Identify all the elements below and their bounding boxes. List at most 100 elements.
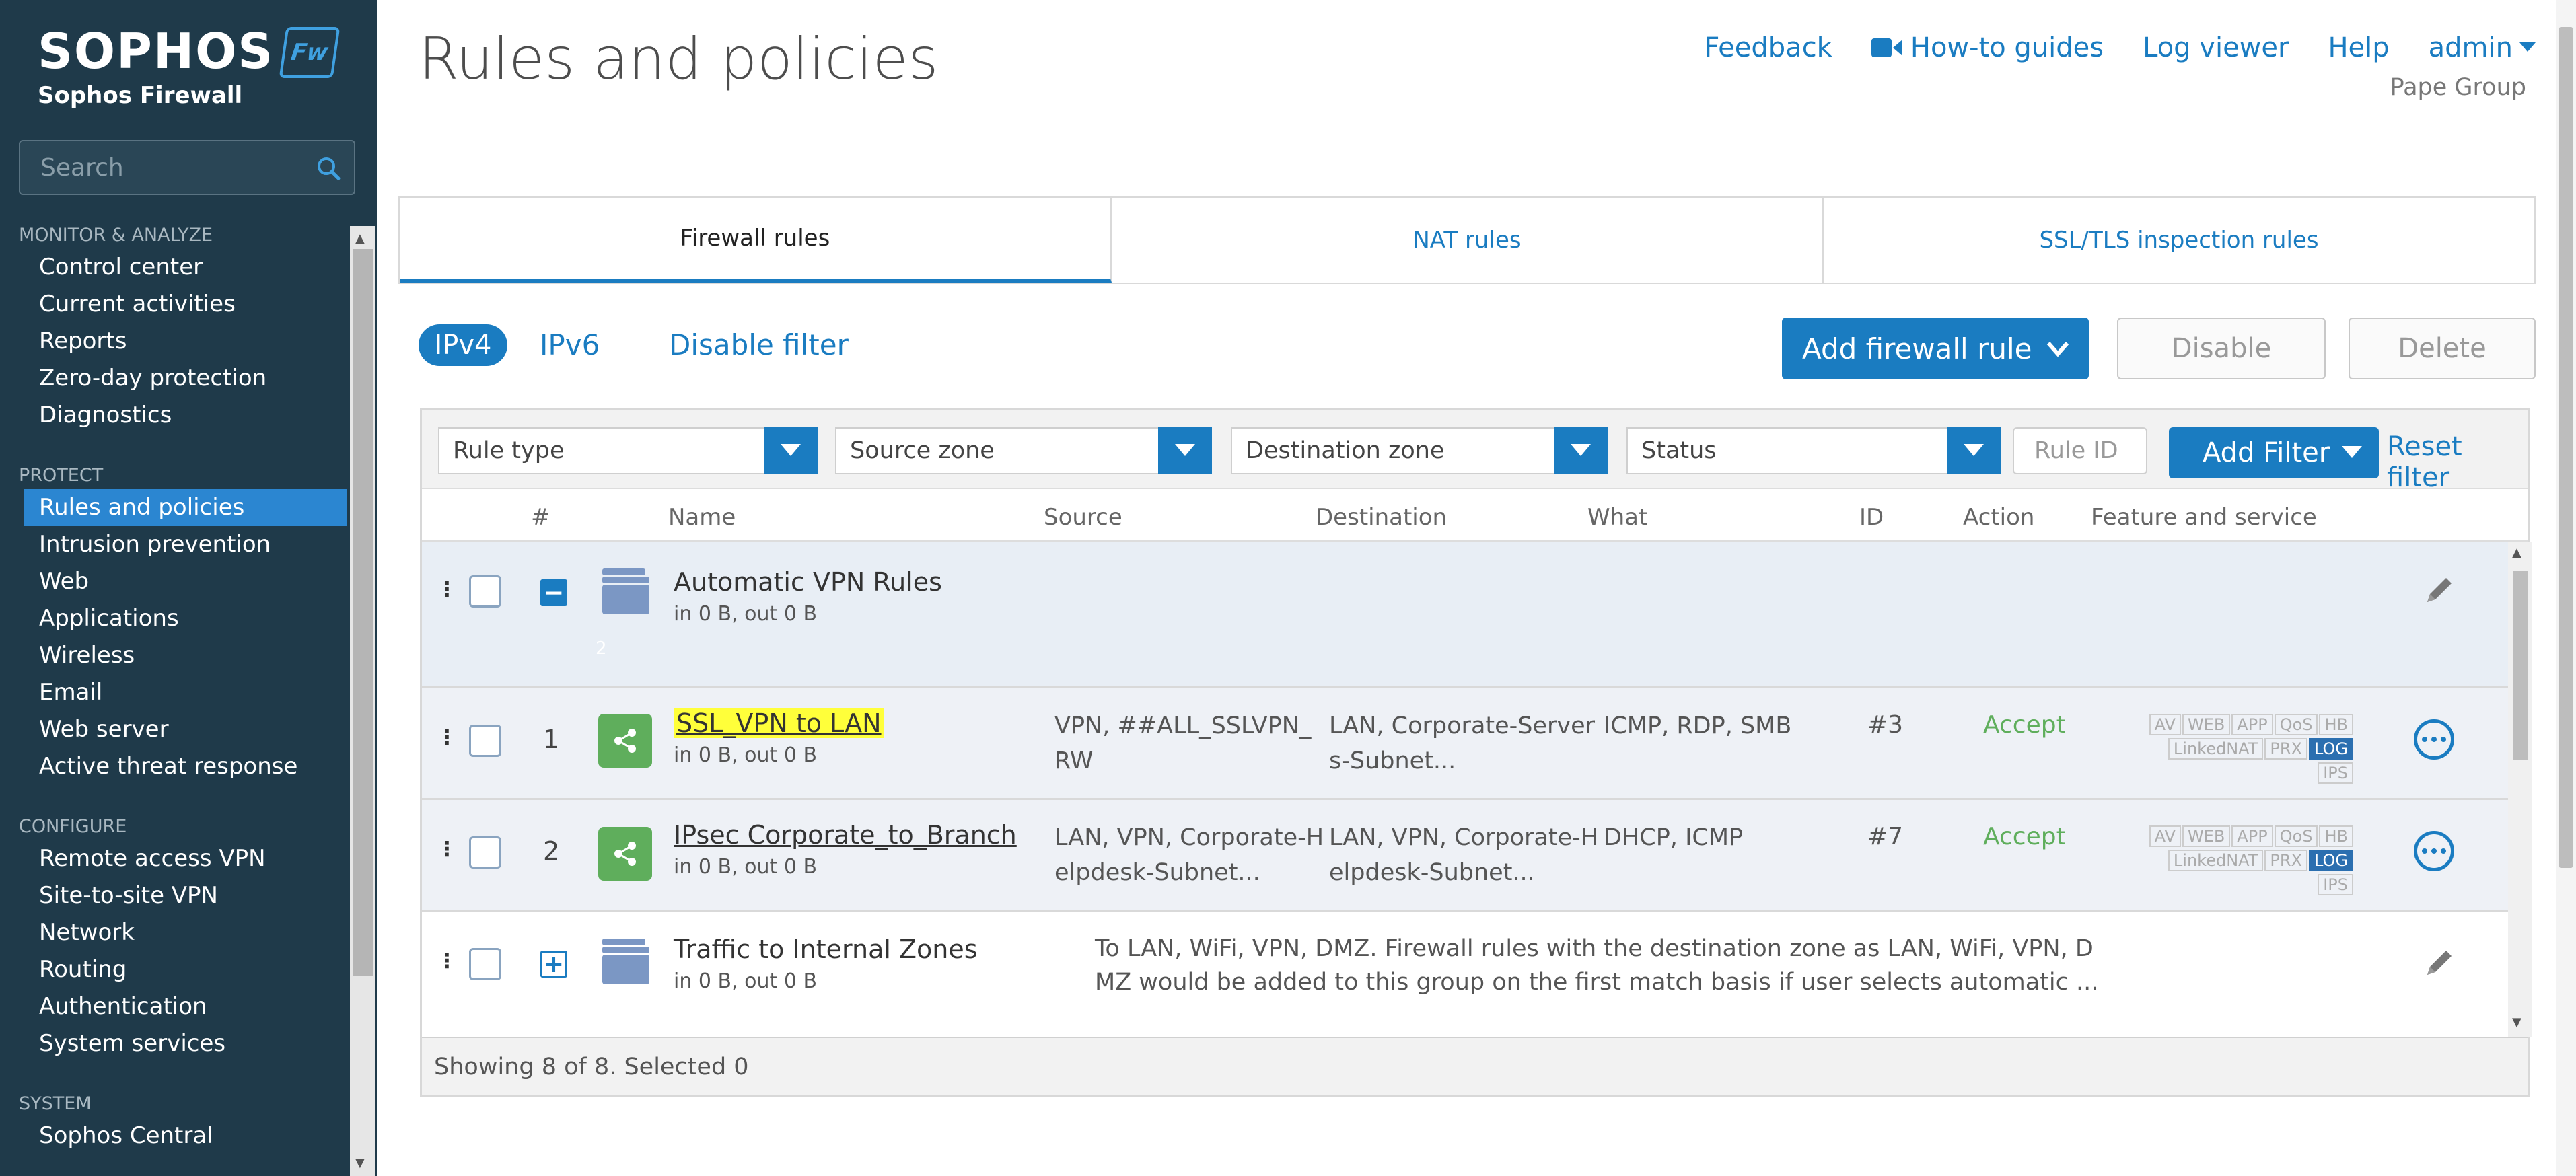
- more-options-icon[interactable]: [2414, 831, 2454, 871]
- source-line: RW: [1054, 747, 1094, 774]
- rule-name[interactable]: Automatic VPN Rules: [674, 567, 942, 597]
- group-description: To LAN, WiFi, VPN, DMZ. Firewall rules w…: [1095, 932, 2104, 999]
- drag-handle-icon[interactable]: ⋮: [437, 578, 457, 601]
- help-link[interactable]: Help: [2328, 32, 2389, 63]
- col-feature-service[interactable]: Feature and service: [2091, 504, 2317, 531]
- search-icon[interactable]: [315, 155, 342, 182]
- destination-zone-filter[interactable]: Destination zone: [1231, 427, 1608, 474]
- scroll-up-icon[interactable]: ▲: [355, 231, 365, 246]
- search-input[interactable]: [40, 153, 310, 182]
- sidebar-item-current-activities[interactable]: Current activities: [0, 286, 350, 323]
- user-menu[interactable]: admin: [2429, 32, 2536, 63]
- chevron-down-icon[interactable]: [1947, 427, 2001, 474]
- ipv6-toggle[interactable]: IPv6: [540, 328, 600, 361]
- sidebar-item-site-to-site-vpn[interactable]: Site-to-site VPN: [0, 877, 350, 914]
- feature-tag: PRX: [2264, 850, 2307, 871]
- sidebar-item-remote-access-vpn[interactable]: Remote access VPN: [0, 840, 350, 877]
- nav-section-title: SYSTEM: [19, 1093, 92, 1114]
- sidebar-item-diagnostics[interactable]: Diagnostics: [0, 397, 350, 434]
- table-scroll-thumb[interactable]: [2513, 571, 2528, 760]
- sidebar-item-reports[interactable]: Reports: [0, 323, 350, 360]
- sidebar-item-web[interactable]: Web: [0, 563, 350, 600]
- col-action[interactable]: Action: [1963, 504, 2034, 531]
- nav-section-title: CONFIGURE: [19, 816, 127, 837]
- col-name[interactable]: Name: [668, 504, 736, 531]
- scroll-up-icon[interactable]: ▲: [2512, 546, 2521, 560]
- more-options-icon[interactable]: [2414, 719, 2454, 760]
- table-row-group[interactable]: ⋮ − Automatic VPN Rules in 0 B, out 0 B …: [422, 542, 2508, 688]
- sidebar-item-routing[interactable]: Routing: [0, 951, 350, 988]
- edit-icon[interactable]: [2422, 945, 2457, 980]
- tab-ssl-tls-inspection-rules[interactable]: SSL/TLS inspection rules: [1824, 198, 2534, 283]
- table-row[interactable]: ⋮ 1 SSL_VPN to LAN in 0 B, out 0 B VPN, …: [422, 688, 2508, 800]
- col-destination[interactable]: Destination: [1316, 504, 1447, 531]
- col-what[interactable]: What: [1587, 504, 1647, 531]
- drag-handle-icon[interactable]: ⋮: [437, 838, 457, 861]
- delete-button[interactable]: Delete: [2349, 318, 2536, 379]
- rule-name-link[interactable]: IPsec Corporate_to_Branch: [674, 820, 1017, 850]
- rule-what: DHCP, ICMP: [1604, 824, 1744, 851]
- rule-id-input[interactable]: Rule ID: [2013, 427, 2147, 474]
- sidebar-item-zero-day[interactable]: Zero-day protection: [0, 360, 350, 397]
- page-scroll-thumb[interactable]: [2559, 27, 2573, 868]
- rule-type-filter[interactable]: Rule type: [438, 427, 818, 474]
- disable-button[interactable]: Disable: [2117, 318, 2326, 379]
- reset-filter-link[interactable]: Reset filter: [2387, 431, 2528, 493]
- sidebar-item-intrusion-prevention[interactable]: Intrusion prevention: [0, 526, 350, 563]
- col-source[interactable]: Source: [1044, 504, 1122, 531]
- sidebar-scroll-thumb[interactable]: [353, 249, 373, 976]
- scroll-down-icon[interactable]: ▼: [355, 1156, 365, 1170]
- sidebar-item-sophos-central[interactable]: Sophos Central: [0, 1117, 350, 1154]
- add-filter-button[interactable]: Add Filter: [2169, 427, 2379, 478]
- sidebar-item-applications[interactable]: Applications: [0, 600, 350, 637]
- feature-tag: QoS: [2274, 825, 2318, 847]
- howto-link[interactable]: How-to guides: [1871, 32, 2104, 63]
- expand-icon[interactable]: +: [540, 951, 567, 978]
- ipv4-toggle[interactable]: IPv4: [419, 324, 507, 366]
- sidebar-item-network[interactable]: Network: [0, 914, 350, 951]
- disable-filter-link[interactable]: Disable filter: [669, 328, 849, 361]
- table-row[interactable]: ⋮ 2 IPsec Corporate_to_Branch in 0 B, ou…: [422, 800, 2508, 912]
- sophos-logo[interactable]: SOPHOS Sophos Firewall: [38, 24, 274, 109]
- folder-icon: [602, 568, 649, 614]
- tab-nat-rules[interactable]: NAT rules: [1112, 198, 1824, 283]
- col-id[interactable]: ID: [1859, 504, 1884, 531]
- row-checkbox[interactable]: [469, 575, 501, 608]
- chevron-down-icon[interactable]: [1554, 427, 1608, 474]
- sidebar-item-web-server[interactable]: Web server: [0, 711, 350, 748]
- search-box[interactable]: [19, 140, 355, 195]
- sidebar-item-authentication[interactable]: Authentication: [0, 988, 350, 1025]
- log-viewer-link[interactable]: Log viewer: [2143, 32, 2289, 63]
- feature-tag: QoS: [2274, 714, 2318, 735]
- collapse-icon[interactable]: −: [540, 579, 567, 607]
- sidebar-item-active-threat-response[interactable]: Active threat response: [0, 748, 350, 785]
- sidebar-item-wireless[interactable]: Wireless: [0, 637, 350, 674]
- col-number[interactable]: #: [531, 504, 550, 531]
- row-checkbox[interactable]: [469, 725, 501, 757]
- source-zone-label: Source zone: [850, 437, 995, 464]
- row-checkbox[interactable]: [469, 948, 501, 980]
- chevron-down-icon[interactable]: [764, 427, 818, 474]
- rule-number: 2: [543, 836, 560, 866]
- sidebar-item-system-services[interactable]: System services: [0, 1025, 350, 1062]
- feature-tags: AV WEB APP QoS HB LinkedNAT PRX LOG IPS: [2131, 825, 2353, 898]
- feedback-link[interactable]: Feedback: [1704, 32, 1832, 63]
- rule-id: #3: [1867, 711, 1904, 739]
- drag-handle-icon[interactable]: ⋮: [437, 726, 457, 749]
- source-zone-filter[interactable]: Source zone: [835, 427, 1212, 474]
- status-filter[interactable]: Status: [1626, 427, 2001, 474]
- sidebar-item-rules-and-policies[interactable]: Rules and policies: [24, 489, 347, 526]
- tab-firewall-rules[interactable]: Firewall rules: [400, 198, 1112, 283]
- rule-name-link[interactable]: SSL_VPN to LAN: [674, 708, 884, 738]
- row-checkbox[interactable]: [469, 836, 501, 869]
- edit-icon[interactable]: [2422, 573, 2457, 608]
- sidebar-item-control-center[interactable]: Control center: [0, 249, 350, 286]
- table-row-group[interactable]: ⋮ + Traffic to Internal Zones in 0 B, ou…: [422, 912, 2508, 1037]
- scroll-down-icon[interactable]: ▼: [2512, 1015, 2521, 1029]
- chevron-down-icon[interactable]: [1158, 427, 1212, 474]
- chevron-down-icon[interactable]: [2044, 336, 2071, 361]
- rule-name[interactable]: Traffic to Internal Zones: [674, 934, 978, 964]
- add-firewall-rule-button[interactable]: Add firewall rule: [1782, 318, 2089, 379]
- drag-handle-icon[interactable]: ⋮: [437, 949, 457, 973]
- sidebar-item-email[interactable]: Email: [0, 674, 350, 711]
